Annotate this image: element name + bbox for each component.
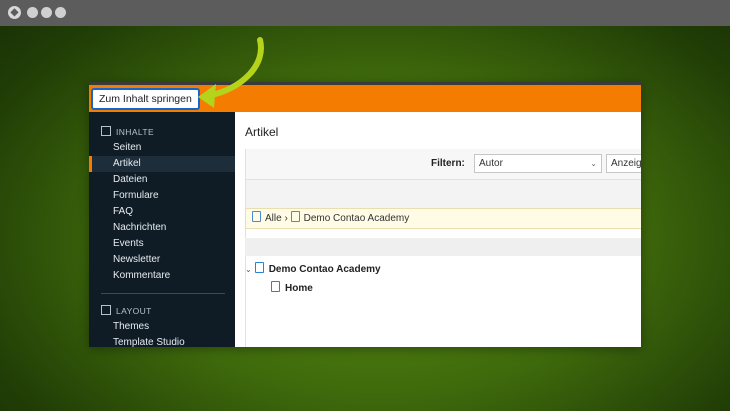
sidebar-item-dateien[interactable]: Dateien [89,172,235,188]
root-page-icon [254,262,264,273]
page-icon [271,281,280,292]
header-bar: Zum Inhalt springen [89,82,641,112]
window-maximize-button[interactable] [55,7,66,18]
window-minimize-button[interactable] [41,7,52,18]
filter-author-select[interactable]: Autor ⌄ [474,154,602,173]
layout-icon [101,305,111,315]
window-titlebar: ◆ [0,0,730,26]
tree-row-root[interactable]: ⌄ Demo Contao Academy [245,260,641,280]
tree-header [245,238,641,256]
browser-window: Zum Inhalt springen INHALTE Seiten Artik… [89,82,641,347]
main-content: Artikel Filtern: Autor ⌄ Anzeigen Alle ›… [235,112,641,347]
sidebar-divider [101,293,225,294]
sidebar-item-kommentare[interactable]: Kommentare [89,268,235,284]
root-page-icon [290,211,300,222]
display-select[interactable]: Anzeigen [606,154,641,173]
sidebar-item-artikel[interactable]: Artikel [89,156,235,172]
sidebar-item-faq[interactable]: FAQ [89,204,235,220]
sidebar-item-formulare[interactable]: Formulare [89,188,235,204]
chevron-down-icon: ⌄ [590,159,597,168]
filter-bar: Filtern: Autor ⌄ Anzeigen [246,149,641,180]
sidebar-group-inhalte[interactable]: INHALTE [101,126,154,137]
app-logo-icon: ◆ [8,6,21,19]
sidebar-item-seiten[interactable]: Seiten [89,140,235,156]
breadcrumb-separator: › [284,213,288,224]
sidebar: INHALTE Seiten Artikel Dateien Formulare… [89,112,235,347]
filter-label: Filtern: [431,158,465,169]
sidebar-item-template-studio[interactable]: Template Studio [89,335,235,347]
chevron-down-icon[interactable]: ⌄ [245,265,252,274]
edit-icon [101,126,111,136]
breadcrumb: Alle › Demo Contao Academy [245,208,641,229]
pointer-arrow-icon [198,37,264,108]
sidebar-item-themes[interactable]: Themes [89,319,235,335]
sidebar-item-nachrichten[interactable]: Nachrichten [89,220,235,236]
page-title: Artikel [245,125,279,139]
sidebar-group-layout[interactable]: LAYOUT [101,305,152,316]
window-close-button[interactable] [27,7,38,18]
breadcrumb-current: Demo Contao Academy [303,213,410,224]
sidebar-item-events[interactable]: Events [89,236,235,252]
sidebar-item-newsletter[interactable]: Newsletter [89,252,235,268]
breadcrumb-root-link[interactable]: Alle [265,213,282,224]
tree-row-home[interactable]: Home [245,279,641,299]
copy-icon [252,211,261,222]
